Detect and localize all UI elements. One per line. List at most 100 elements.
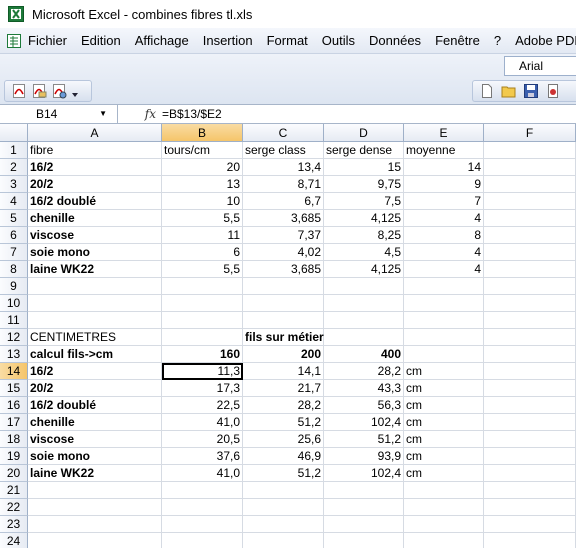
toolbar-options-icon[interactable] — [71, 83, 87, 99]
cell-b22[interactable] — [162, 499, 243, 516]
cell-e14[interactable]: cm — [404, 363, 484, 380]
cell-d8[interactable]: 4,125 — [324, 261, 404, 278]
cell-c4[interactable]: 6,7 — [243, 193, 324, 210]
cell-b23[interactable] — [162, 516, 243, 533]
cell-d20[interactable]: 102,4 — [324, 465, 404, 482]
cell-c22[interactable] — [243, 499, 324, 516]
row-header[interactable]: 23 — [0, 516, 28, 533]
cell-f24[interactable] — [484, 533, 576, 548]
cell-f5[interactable] — [484, 210, 576, 227]
open-folder-icon[interactable] — [501, 83, 517, 99]
cell-e12[interactable] — [404, 329, 484, 346]
cell-b24[interactable] — [162, 533, 243, 548]
cell-e5[interactable]: 4 — [404, 210, 484, 227]
cell-e23[interactable] — [404, 516, 484, 533]
cell-e21[interactable] — [404, 482, 484, 499]
cell-a10[interactable] — [28, 295, 162, 312]
cell-e17[interactable]: cm — [404, 414, 484, 431]
cell-d21[interactable] — [324, 482, 404, 499]
column-header-d[interactable]: D — [324, 124, 404, 142]
cell-b6[interactable]: 11 — [162, 227, 243, 244]
row-header[interactable]: 7 — [0, 244, 28, 261]
cell-a7[interactable]: soie mono — [28, 244, 162, 261]
cell-e24[interactable] — [404, 533, 484, 548]
cell-e9[interactable] — [404, 278, 484, 295]
cell-b18[interactable]: 20,5 — [162, 431, 243, 448]
cell-a16[interactable]: 16/2 doublé — [28, 397, 162, 414]
cell-b21[interactable] — [162, 482, 243, 499]
cell-a11[interactable] — [28, 312, 162, 329]
cell-a13[interactable]: calcul fils->cm — [28, 346, 162, 363]
cell-b3[interactable]: 13 — [162, 176, 243, 193]
cell-e11[interactable] — [404, 312, 484, 329]
menu-fichier[interactable]: Fichier — [28, 33, 67, 48]
font-name-select[interactable]: Arial — [504, 56, 576, 76]
cell-b17[interactable]: 41,0 — [162, 414, 243, 431]
cell-c17[interactable]: 51,2 — [243, 414, 324, 431]
cell-c5[interactable]: 3,685 — [243, 210, 324, 227]
column-header-c[interactable]: C — [243, 124, 324, 142]
cell-c14[interactable]: 14,1 — [243, 363, 324, 380]
cell-b10[interactable] — [162, 295, 243, 312]
cell-a24[interactable] — [28, 533, 162, 548]
cell-a6[interactable]: viscose — [28, 227, 162, 244]
cell-d15[interactable]: 43,3 — [324, 380, 404, 397]
cell-c16[interactable]: 28,2 — [243, 397, 324, 414]
menu-help[interactable]: ? — [494, 33, 501, 48]
row-header[interactable]: 17 — [0, 414, 28, 431]
cell-f21[interactable] — [484, 482, 576, 499]
cell-b1[interactable]: tours/cm — [162, 142, 243, 159]
cell-a14[interactable]: 16/2 — [28, 363, 162, 380]
cell-d6[interactable]: 8,25 — [324, 227, 404, 244]
cell-f23[interactable] — [484, 516, 576, 533]
formula-input[interactable]: =B$13/$E2 — [162, 107, 222, 121]
cell-f3[interactable] — [484, 176, 576, 193]
cell-f10[interactable] — [484, 295, 576, 312]
cell-d16[interactable]: 56,3 — [324, 397, 404, 414]
menu-donnees[interactable]: Données — [369, 33, 421, 48]
cell-d13[interactable]: 400 — [324, 346, 404, 363]
row-header[interactable]: 15 — [0, 380, 28, 397]
cell-a20[interactable]: laine WK22 — [28, 465, 162, 482]
cell-e4[interactable]: 7 — [404, 193, 484, 210]
cell-b19[interactable]: 37,6 — [162, 448, 243, 465]
cell-f4[interactable] — [484, 193, 576, 210]
cell-d23[interactable] — [324, 516, 404, 533]
row-header[interactable]: 20 — [0, 465, 28, 482]
cell-c24[interactable] — [243, 533, 324, 548]
cell-c13[interactable]: 200 — [243, 346, 324, 363]
cell-e6[interactable]: 8 — [404, 227, 484, 244]
cell-b5[interactable]: 5,5 — [162, 210, 243, 227]
cell-c9[interactable] — [243, 278, 324, 295]
cell-a9[interactable] — [28, 278, 162, 295]
cell-d5[interactable]: 4,125 — [324, 210, 404, 227]
cell-a2[interactable]: 16/2 — [28, 159, 162, 176]
new-document-icon[interactable] — [479, 83, 495, 99]
chevron-down-icon[interactable]: ▼ — [99, 109, 107, 118]
save-icon[interactable] — [523, 83, 539, 99]
cell-f20[interactable] — [484, 465, 576, 482]
column-header-e[interactable]: E — [404, 124, 484, 142]
cell-d2[interactable]: 15 — [324, 159, 404, 176]
pdf-email-icon[interactable] — [31, 83, 47, 99]
cell-c15[interactable]: 21,7 — [243, 380, 324, 397]
cell-f2[interactable] — [484, 159, 576, 176]
row-header[interactable]: 9 — [0, 278, 28, 295]
cell-e15[interactable]: cm — [404, 380, 484, 397]
cell-c6[interactable]: 7,37 — [243, 227, 324, 244]
cell-b9[interactable] — [162, 278, 243, 295]
cell-b4[interactable]: 10 — [162, 193, 243, 210]
cell-d9[interactable] — [324, 278, 404, 295]
cell-e10[interactable] — [404, 295, 484, 312]
menu-adobe-pdf[interactable]: Adobe PDF — [515, 33, 576, 48]
cell-d1[interactable]: serge dense — [324, 142, 404, 159]
row-header[interactable]: 14 — [0, 363, 28, 380]
cell-b8[interactable]: 5,5 — [162, 261, 243, 278]
cell-b16[interactable]: 22,5 — [162, 397, 243, 414]
convert-to-pdf-icon[interactable] — [11, 83, 27, 99]
cell-b12[interactable] — [162, 329, 243, 346]
cell-d12[interactable] — [324, 329, 404, 346]
cell-a5[interactable]: chenille — [28, 210, 162, 227]
row-header[interactable]: 21 — [0, 482, 28, 499]
menu-format[interactable]: Format — [267, 33, 308, 48]
